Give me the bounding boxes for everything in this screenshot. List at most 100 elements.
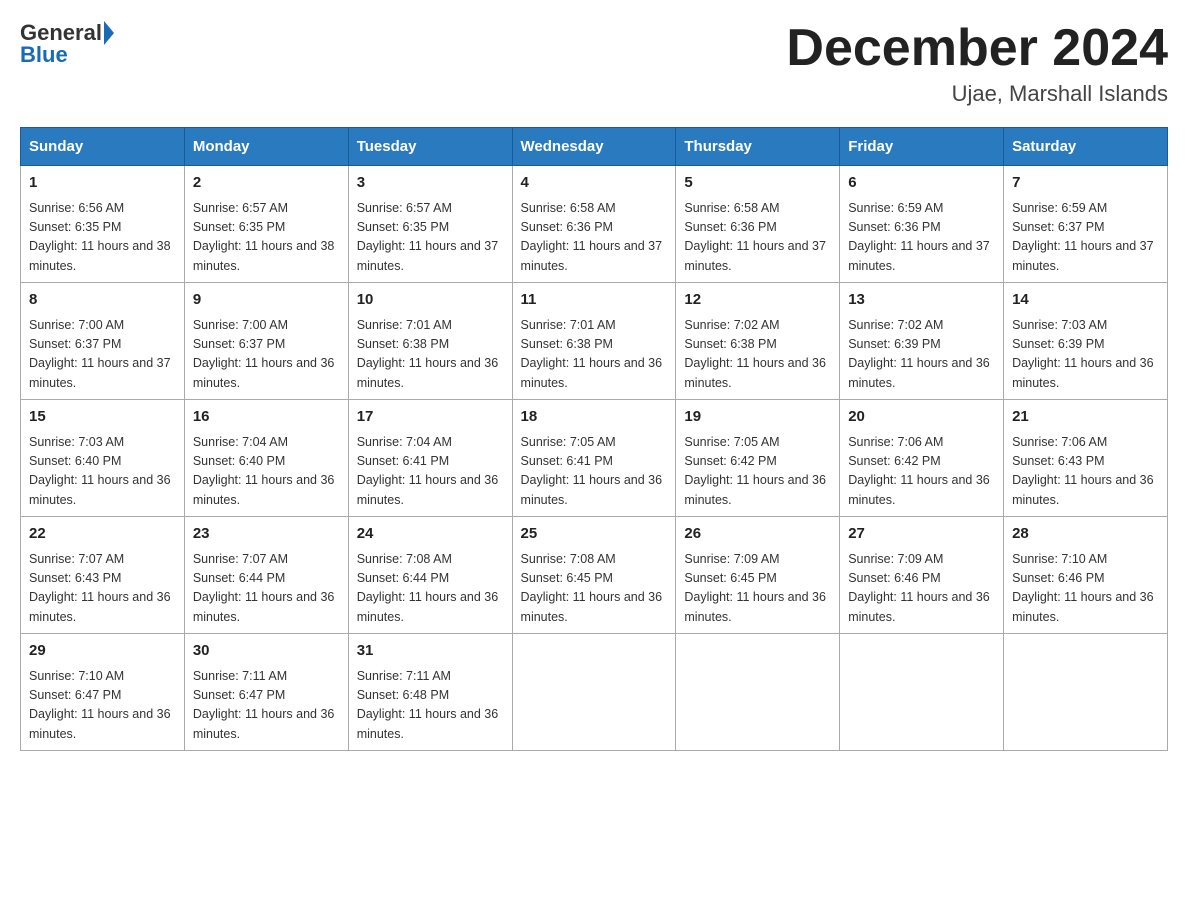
day-info: Sunrise: 7:09 AMSunset: 6:46 PMDaylight:… — [848, 550, 995, 628]
day-number: 18 — [521, 406, 668, 429]
calendar-week-row: 1Sunrise: 6:56 AMSunset: 6:35 PMDaylight… — [21, 166, 1168, 283]
day-number: 8 — [29, 289, 176, 312]
calendar-header-friday: Friday — [840, 128, 1004, 166]
logo-text-blue: Blue — [20, 42, 114, 68]
table-row: 23 Sunrise: 7:07 AMSunset: 6:44 PMDayligh… — [184, 517, 348, 634]
table-row: 18 Sunrise: 7:05 AMSunset: 6:41 PMDayligh… — [512, 400, 676, 517]
day-number: 3 — [357, 172, 504, 195]
day-info: Sunrise: 7:05 AMSunset: 6:42 PMDaylight:… — [684, 433, 831, 511]
day-info: Sunrise: 7:06 AMSunset: 6:42 PMDaylight:… — [848, 433, 995, 511]
day-number: 16 — [193, 406, 340, 429]
table-row: 25 Sunrise: 7:08 AMSunset: 6:45 PMDayligh… — [512, 517, 676, 634]
table-row: 7 Sunrise: 6:59 AMSunset: 6:37 PMDaylight… — [1004, 166, 1168, 283]
day-info: Sunrise: 6:57 AMSunset: 6:35 PMDaylight:… — [193, 199, 340, 277]
day-number: 2 — [193, 172, 340, 195]
day-info: Sunrise: 7:06 AMSunset: 6:43 PMDaylight:… — [1012, 433, 1159, 511]
day-info: Sunrise: 7:01 AMSunset: 6:38 PMDaylight:… — [521, 316, 668, 394]
day-info: Sunrise: 7:07 AMSunset: 6:43 PMDaylight:… — [29, 550, 176, 628]
day-info: Sunrise: 6:59 AMSunset: 6:37 PMDaylight:… — [1012, 199, 1159, 277]
table-row: 6 Sunrise: 6:59 AMSunset: 6:36 PMDaylight… — [840, 166, 1004, 283]
day-number: 6 — [848, 172, 995, 195]
day-info: Sunrise: 7:03 AMSunset: 6:39 PMDaylight:… — [1012, 316, 1159, 394]
day-number: 7 — [1012, 172, 1159, 195]
day-number: 1 — [29, 172, 176, 195]
table-row: 13 Sunrise: 7:02 AMSunset: 6:39 PMDayligh… — [840, 283, 1004, 400]
day-number: 28 — [1012, 523, 1159, 546]
day-number: 14 — [1012, 289, 1159, 312]
day-info: Sunrise: 7:05 AMSunset: 6:41 PMDaylight:… — [521, 433, 668, 511]
day-number: 11 — [521, 289, 668, 312]
table-row: 21 Sunrise: 7:06 AMSunset: 6:43 PMDayligh… — [1004, 400, 1168, 517]
day-number: 4 — [521, 172, 668, 195]
day-info: Sunrise: 7:02 AMSunset: 6:39 PMDaylight:… — [848, 316, 995, 394]
day-number: 9 — [193, 289, 340, 312]
table-row: 17 Sunrise: 7:04 AMSunset: 6:41 PMDayligh… — [348, 400, 512, 517]
calendar-header-wednesday: Wednesday — [512, 128, 676, 166]
calendar-table: SundayMondayTuesdayWednesdayThursdayFrid… — [20, 127, 1168, 751]
table-row: 22 Sunrise: 7:07 AMSunset: 6:43 PMDayligh… — [21, 517, 185, 634]
table-row: 29 Sunrise: 7:10 AMSunset: 6:47 PMDayligh… — [21, 634, 185, 751]
day-info: Sunrise: 7:10 AMSunset: 6:46 PMDaylight:… — [1012, 550, 1159, 628]
day-info: Sunrise: 6:59 AMSunset: 6:36 PMDaylight:… — [848, 199, 995, 277]
page-header: General Blue December 2024 Ujae, Marshal… — [20, 20, 1168, 107]
day-number: 22 — [29, 523, 176, 546]
day-number: 10 — [357, 289, 504, 312]
day-info: Sunrise: 7:08 AMSunset: 6:45 PMDaylight:… — [521, 550, 668, 628]
table-row: 10 Sunrise: 7:01 AMSunset: 6:38 PMDayligh… — [348, 283, 512, 400]
table-row: 4 Sunrise: 6:58 AMSunset: 6:36 PMDaylight… — [512, 166, 676, 283]
table-row — [512, 634, 676, 751]
calendar-header-tuesday: Tuesday — [348, 128, 512, 166]
day-info: Sunrise: 7:11 AMSunset: 6:48 PMDaylight:… — [357, 667, 504, 745]
day-number: 27 — [848, 523, 995, 546]
calendar-header-monday: Monday — [184, 128, 348, 166]
table-row: 24 Sunrise: 7:08 AMSunset: 6:44 PMDayligh… — [348, 517, 512, 634]
calendar-header-saturday: Saturday — [1004, 128, 1168, 166]
table-row: 8 Sunrise: 7:00 AMSunset: 6:37 PMDaylight… — [21, 283, 185, 400]
table-row: 11 Sunrise: 7:01 AMSunset: 6:38 PMDayligh… — [512, 283, 676, 400]
day-info: Sunrise: 6:58 AMSunset: 6:36 PMDaylight:… — [684, 199, 831, 277]
table-row — [1004, 634, 1168, 751]
table-row: 20Sunrise: 7:06 AMSunset: 6:42 PMDayligh… — [840, 400, 1004, 517]
table-row: 9Sunrise: 7:00 AMSunset: 6:37 PMDaylight… — [184, 283, 348, 400]
page-subtitle: Ujae, Marshall Islands — [786, 81, 1168, 107]
calendar-header-thursday: Thursday — [676, 128, 840, 166]
day-info: Sunrise: 7:02 AMSunset: 6:38 PMDaylight:… — [684, 316, 831, 394]
day-number: 31 — [357, 640, 504, 663]
day-info: Sunrise: 6:57 AMSunset: 6:35 PMDaylight:… — [357, 199, 504, 277]
table-row: 28 Sunrise: 7:10 AMSunset: 6:46 PMDayligh… — [1004, 517, 1168, 634]
table-row: 19 Sunrise: 7:05 AMSunset: 6:42 PMDayligh… — [676, 400, 840, 517]
day-info: Sunrise: 7:01 AMSunset: 6:38 PMDaylight:… — [357, 316, 504, 394]
day-info: Sunrise: 7:08 AMSunset: 6:44 PMDaylight:… — [357, 550, 504, 628]
day-number: 5 — [684, 172, 831, 195]
day-number: 25 — [521, 523, 668, 546]
page-title: December 2024 — [786, 20, 1168, 77]
table-row — [676, 634, 840, 751]
table-row: 15Sunrise: 7:03 AMSunset: 6:40 PMDayligh… — [21, 400, 185, 517]
table-row: 26Sunrise: 7:09 AMSunset: 6:45 PMDayligh… — [676, 517, 840, 634]
table-row: 2 Sunrise: 6:57 AMSunset: 6:35 PMDaylight… — [184, 166, 348, 283]
calendar-week-row: 22 Sunrise: 7:07 AMSunset: 6:43 PMDayligh… — [21, 517, 1168, 634]
day-number: 17 — [357, 406, 504, 429]
calendar-week-row: 15Sunrise: 7:03 AMSunset: 6:40 PMDayligh… — [21, 400, 1168, 517]
day-info: Sunrise: 7:04 AMSunset: 6:41 PMDaylight:… — [357, 433, 504, 511]
day-number: 13 — [848, 289, 995, 312]
day-info: Sunrise: 6:58 AMSunset: 6:36 PMDaylight:… — [521, 199, 668, 277]
day-number: 23 — [193, 523, 340, 546]
day-number: 19 — [684, 406, 831, 429]
day-number: 15 — [29, 406, 176, 429]
day-number: 29 — [29, 640, 176, 663]
calendar-header-row: SundayMondayTuesdayWednesdayThursdayFrid… — [21, 128, 1168, 166]
table-row: 5 Sunrise: 6:58 AMSunset: 6:36 PMDaylight… — [676, 166, 840, 283]
table-row: 3 Sunrise: 6:57 AMSunset: 6:35 PMDaylight… — [348, 166, 512, 283]
day-number: 24 — [357, 523, 504, 546]
day-info: Sunrise: 7:04 AMSunset: 6:40 PMDaylight:… — [193, 433, 340, 511]
day-number: 21 — [1012, 406, 1159, 429]
table-row: 30Sunrise: 7:11 AMSunset: 6:47 PMDayligh… — [184, 634, 348, 751]
day-info: Sunrise: 7:00 AMSunset: 6:37 PMDaylight:… — [29, 316, 176, 394]
table-row: 31 Sunrise: 7:11 AMSunset: 6:48 PMDayligh… — [348, 634, 512, 751]
day-info: Sunrise: 7:10 AMSunset: 6:47 PMDaylight:… — [29, 667, 176, 745]
calendar-week-row: 8 Sunrise: 7:00 AMSunset: 6:37 PMDaylight… — [21, 283, 1168, 400]
title-block: December 2024 Ujae, Marshall Islands — [786, 20, 1168, 107]
day-info: Sunrise: 7:07 AMSunset: 6:44 PMDaylight:… — [193, 550, 340, 628]
table-row: 16 Sunrise: 7:04 AMSunset: 6:40 PMDayligh… — [184, 400, 348, 517]
